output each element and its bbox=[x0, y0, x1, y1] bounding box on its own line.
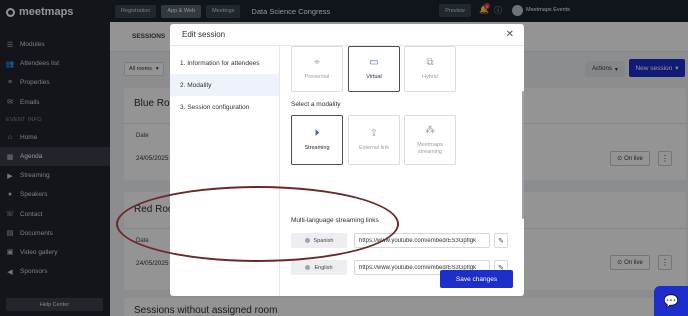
option-label: Virtual bbox=[366, 74, 382, 81]
option-label: Meetmaps streaming bbox=[417, 141, 443, 155]
highlight-annotation bbox=[116, 186, 399, 262]
step-information[interactable]: 1. Information for attendees bbox=[170, 52, 279, 74]
step-session-configuration[interactable]: 3. Session configuration bbox=[170, 96, 279, 118]
group-icon: ⁂ bbox=[425, 124, 435, 136]
chat-icon[interactable]: 💬 bbox=[654, 286, 688, 316]
option-label: External link bbox=[359, 145, 389, 152]
hybrid-icon: ⧉ bbox=[426, 57, 434, 69]
step-modality[interactable]: 2. Modality bbox=[170, 74, 279, 96]
streaming-option-streaming[interactable]: ⏵ Streaming bbox=[291, 115, 343, 165]
share-icon: ⇪ bbox=[369, 128, 379, 140]
modality-option-presential[interactable]: ⌖ Presential bbox=[291, 46, 343, 92]
globe-icon bbox=[305, 265, 311, 270]
scrollbar[interactable] bbox=[522, 91, 524, 219]
streaming-option-external-link[interactable]: ⇪ External link bbox=[348, 115, 400, 165]
modality-option-hybrid[interactable]: ⧉ Hybrid bbox=[404, 46, 456, 92]
edit-icon[interactable]: ✎ bbox=[494, 233, 508, 248]
play-screen-icon: ⏵ bbox=[314, 128, 320, 140]
language-button-english[interactable]: English bbox=[291, 260, 347, 275]
close-icon[interactable]: ✕ bbox=[506, 29, 514, 40]
location-pin-icon: ⌖ bbox=[314, 57, 320, 69]
save-changes-button[interactable]: Save changes bbox=[440, 270, 513, 288]
select-modality-label: Select a modality bbox=[291, 101, 341, 108]
option-label: Hybrid bbox=[422, 74, 438, 81]
modality-option-virtual[interactable]: ▭ Virtual bbox=[348, 46, 400, 92]
language-label: English bbox=[314, 264, 333, 271]
option-label: Streaming bbox=[304, 145, 330, 152]
streaming-option-meetmaps-streaming[interactable]: ⁂ Meetmaps streaming bbox=[404, 115, 456, 165]
monitor-icon: ▭ bbox=[369, 57, 379, 69]
option-label: Presential bbox=[304, 74, 330, 81]
modal-title: Edit session bbox=[170, 24, 524, 46]
